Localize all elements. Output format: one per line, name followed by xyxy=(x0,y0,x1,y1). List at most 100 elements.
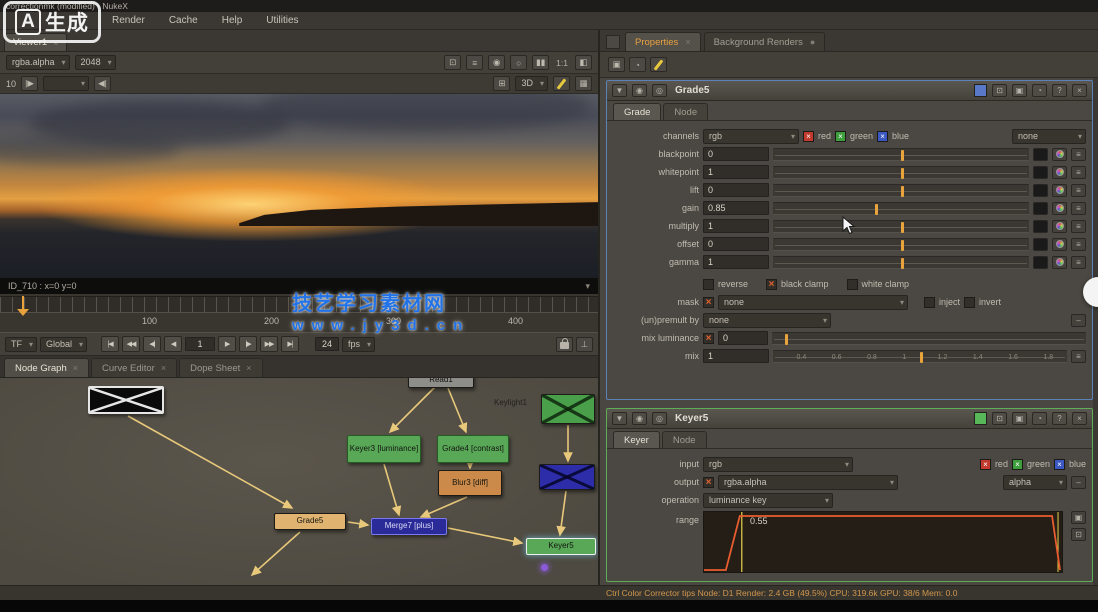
channels-extra-dropdown[interactable]: none xyxy=(1012,129,1086,144)
animation-menu-icon[interactable]: ≡ xyxy=(1071,166,1086,179)
node-grade5[interactable]: Grade5 xyxy=(274,513,346,530)
color-wheel-icon[interactable] xyxy=(1052,256,1067,269)
close-icon[interactable]: × xyxy=(161,363,166,373)
annotate-pencil-icon[interactable] xyxy=(553,76,570,91)
help-icon[interactable]: ? xyxy=(1052,84,1067,97)
eye-icon[interactable]: ◉ xyxy=(632,84,647,97)
playhead-flag[interactable] xyxy=(17,309,29,316)
color-wheel-icon[interactable] xyxy=(1052,238,1067,251)
multiply-slider[interactable] xyxy=(773,220,1029,233)
green-channel-checkbox[interactable]: × xyxy=(1012,459,1023,470)
float-panel-icon[interactable]: ⊡ xyxy=(992,412,1007,425)
eye-icon[interactable]: ◉ xyxy=(632,412,647,425)
lock-panels-icon[interactable]: ▣ xyxy=(608,57,625,72)
node-keyer3[interactable]: Keyer3 [luminance] xyxy=(347,435,421,463)
curve-reset-icon[interactable]: ⊡ xyxy=(1071,528,1086,541)
offset-value[interactable]: 0 xyxy=(703,237,769,251)
color-wheel-icon[interactable] xyxy=(1052,148,1067,161)
color-wheel-icon[interactable] xyxy=(1052,184,1067,197)
menu-cache[interactable]: Cache xyxy=(169,15,198,26)
animation-menu-icon[interactable]: ≡ xyxy=(1071,148,1086,161)
help-icon[interactable]: ? xyxy=(1052,412,1067,425)
center-node-icon[interactable]: ◎ xyxy=(652,412,667,425)
fps-mode-dropdown[interactable]: fps xyxy=(342,337,375,352)
bookmark-icon[interactable]: ▣ xyxy=(1012,84,1027,97)
color-swatch-icon[interactable] xyxy=(1033,220,1048,233)
close-icon[interactable]: × xyxy=(73,363,78,373)
viewer-format-dropdown[interactable]: 2048 xyxy=(75,55,116,70)
grid-icon[interactable]: ▦ xyxy=(575,76,592,91)
mix-luminance-value[interactable]: 0 xyxy=(718,331,768,345)
color-swatch-icon[interactable] xyxy=(1033,256,1048,269)
dot-node[interactable] xyxy=(541,564,548,571)
viewer-image[interactable] xyxy=(0,94,598,278)
menu-render[interactable]: Render xyxy=(112,15,145,26)
mix-luminance-checkbox[interactable]: × xyxy=(703,333,714,344)
close-icon[interactable]: × xyxy=(685,37,690,47)
node-disabled-viewer[interactable] xyxy=(88,386,164,414)
output-checkbox[interactable]: × xyxy=(703,477,714,488)
whitepoint-slider[interactable] xyxy=(773,166,1029,179)
color-swatch-icon[interactable] xyxy=(1033,148,1048,161)
viewer-channel-dropdown[interactable]: rgba.alpha xyxy=(6,55,70,70)
channels-dropdown[interactable]: rgb xyxy=(703,129,799,144)
node-keylight-disabled[interactable] xyxy=(541,394,595,424)
curve-tool-icon[interactable]: ▣ xyxy=(1071,511,1086,524)
panel-icon[interactable] xyxy=(606,35,620,49)
mix-slider[interactable]: 0.4 0.6 0.8 1 1.2 1.4 1.6 1.8 xyxy=(773,350,1067,363)
ratio-1-1-label[interactable]: 1:1 xyxy=(554,58,570,68)
gain-slider[interactable] xyxy=(773,202,1029,215)
clear-panels-icon[interactable] xyxy=(650,57,667,72)
bookmark-icon[interactable]: ▣ xyxy=(1012,412,1027,425)
halfsquare-icon[interactable]: ◧ xyxy=(575,55,592,70)
lift-slider[interactable] xyxy=(773,184,1029,197)
revert-icon[interactable]: ◔ xyxy=(1032,412,1047,425)
range-mode-dropdown[interactable]: Global xyxy=(40,337,87,352)
node-graph-canvas[interactable]: Read1 Keylight1 Keyer3 [luminance] Grade… xyxy=(0,378,598,585)
float-panel-icon[interactable]: ⊡ xyxy=(992,84,1007,97)
dock-icon[interactable]: ⊥ xyxy=(576,337,593,352)
close-icon[interactable]: × xyxy=(1072,84,1087,97)
minus-icon[interactable]: – xyxy=(1071,476,1086,489)
fast-forward-button[interactable]: ▶▶ xyxy=(260,336,278,352)
collapse-icon[interactable]: ▼ xyxy=(612,84,627,97)
offset-slider[interactable] xyxy=(773,238,1029,251)
blackpoint-value[interactable]: 0 xyxy=(703,147,769,161)
premult-dropdown[interactable]: none xyxy=(703,313,831,328)
color-swatch-icon[interactable] xyxy=(1033,184,1048,197)
lift-value[interactable]: 0 xyxy=(703,183,769,197)
animation-menu-icon[interactable]: ≡ xyxy=(1071,350,1086,363)
color-wheel-icon[interactable] xyxy=(1052,220,1067,233)
mix-luminance-slider[interactable] xyxy=(772,332,1086,345)
output-channel-dropdown[interactable]: alpha xyxy=(1003,475,1067,490)
tab-node[interactable]: Node xyxy=(662,431,707,448)
close-icon[interactable]: × xyxy=(246,363,251,373)
animation-menu-icon[interactable]: ≡ xyxy=(1071,202,1086,215)
tab-node-graph[interactable]: Node Graph × xyxy=(4,358,89,377)
step-forward-button[interactable]: |▶ xyxy=(239,336,257,352)
blue-channel-checkbox[interactable]: × xyxy=(877,131,888,142)
pause-icon[interactable]: ▮▮ xyxy=(532,55,549,70)
step-back-button[interactable]: ◀| xyxy=(143,336,161,352)
mask-channel-dropdown[interactable]: none xyxy=(718,295,908,310)
gamma-value[interactable]: 1 xyxy=(703,255,769,269)
green-channel-checkbox[interactable]: × xyxy=(835,131,846,142)
gain-value[interactable]: 0.85 xyxy=(703,201,769,215)
step-forward-icon[interactable]: |▶ xyxy=(21,76,38,91)
go-end-button[interactable]: ▶| xyxy=(281,336,299,352)
chevron-down-icon[interactable]: ▾ xyxy=(585,281,590,292)
white-clamp-checkbox[interactable] xyxy=(847,279,858,290)
color-swatch-icon[interactable] xyxy=(1033,238,1048,251)
fps-field[interactable]: 24 xyxy=(315,337,339,351)
viewer-proxy-dropdown[interactable] xyxy=(43,76,89,91)
tab-properties[interactable]: Properties × xyxy=(625,32,701,51)
list-icon[interactable]: ≡ xyxy=(466,55,483,70)
target-icon[interactable]: ◉ xyxy=(488,55,505,70)
whitepoint-value[interactable]: 1 xyxy=(703,165,769,179)
blue-channel-checkbox[interactable]: × xyxy=(1054,459,1065,470)
colorspace-dropdown[interactable]: TF xyxy=(5,337,37,352)
output-dropdown[interactable]: rgba.alpha xyxy=(718,475,898,490)
bracket-left-icon[interactable]: ◀| xyxy=(94,76,111,91)
current-frame-field[interactable]: 1 xyxy=(185,337,215,351)
rewind-button[interactable]: ◀◀ xyxy=(122,336,140,352)
